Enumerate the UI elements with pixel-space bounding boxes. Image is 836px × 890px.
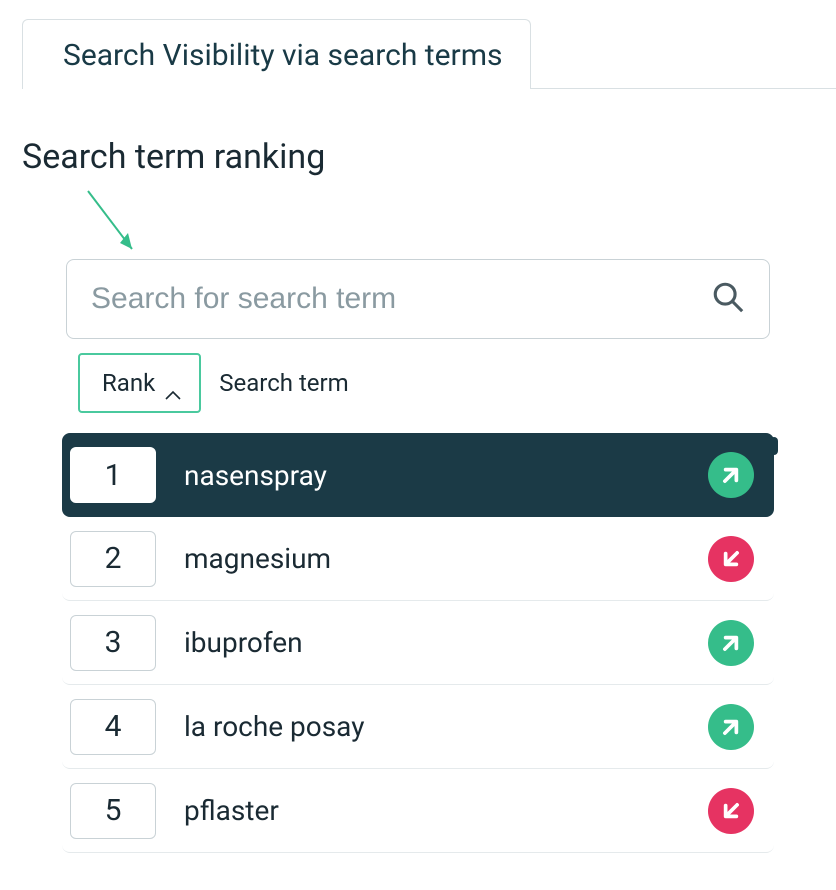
table-row[interactable]: 2 magnesium xyxy=(62,517,774,601)
term-text: pflaster xyxy=(184,794,680,827)
rank-value: 4 xyxy=(105,709,122,744)
column-headers: Rank Search term xyxy=(78,353,790,413)
trend-up-icon xyxy=(708,452,754,498)
trend-up-icon xyxy=(708,704,754,750)
table-row[interactable]: 5 pflaster xyxy=(62,769,774,853)
rank-badge: 2 xyxy=(70,531,156,587)
term-value: pflaster xyxy=(184,794,279,827)
column-header-term-label: Search term xyxy=(219,369,348,397)
search-field[interactable] xyxy=(66,259,770,339)
column-header-term[interactable]: Search term xyxy=(219,369,348,397)
section-title: Search term ranking xyxy=(22,137,836,177)
sort-asc-icon xyxy=(165,378,181,388)
rank-badge: 5 xyxy=(70,783,156,839)
table-row[interactable]: 3 ibuprofen xyxy=(62,601,774,685)
term-value: la roche posay xyxy=(184,710,364,743)
rank-badge: 4 xyxy=(70,699,156,755)
term-text: ibuprofen xyxy=(184,626,680,659)
annotation-arrow-icon xyxy=(84,187,144,267)
term-text: la roche posay xyxy=(184,710,680,743)
term-value: ibuprofen xyxy=(184,626,303,659)
tab-search-visibility[interactable]: Search Visibility via search terms xyxy=(22,19,531,89)
term-value: magnesium xyxy=(184,542,331,575)
rank-value: 1 xyxy=(105,458,122,493)
table-row[interactable]: 1 nasenspray xyxy=(62,433,774,517)
column-header-rank[interactable]: Rank xyxy=(78,353,201,413)
ranking-card: Rank Search term 1 nasenspray 2 xyxy=(22,217,814,877)
trend-up-icon xyxy=(708,620,754,666)
trend-down-icon xyxy=(708,536,754,582)
tabs-bar: Search Visibility via search terms xyxy=(22,18,836,89)
rank-value: 2 xyxy=(105,541,122,576)
term-text: nasenspray xyxy=(184,459,680,492)
column-header-rank-label: Rank xyxy=(102,369,155,397)
rank-badge: 1 xyxy=(70,447,156,503)
scrollbar-thumb[interactable] xyxy=(770,437,778,455)
term-value: nasenspray xyxy=(184,459,327,492)
rank-value: 3 xyxy=(105,625,122,660)
term-text: magnesium xyxy=(184,542,680,575)
rank-badge: 3 xyxy=(70,615,156,671)
search-icon[interactable] xyxy=(711,280,745,318)
trend-down-icon xyxy=(708,788,754,834)
ranking-list: 1 nasenspray 2 magnesium 3 ibuprofen xyxy=(62,433,774,853)
tab-label: Search Visibility via search terms xyxy=(63,38,502,73)
rank-value: 5 xyxy=(105,793,122,828)
search-input[interactable] xyxy=(91,282,711,316)
table-row[interactable]: 4 la roche posay xyxy=(62,685,774,769)
